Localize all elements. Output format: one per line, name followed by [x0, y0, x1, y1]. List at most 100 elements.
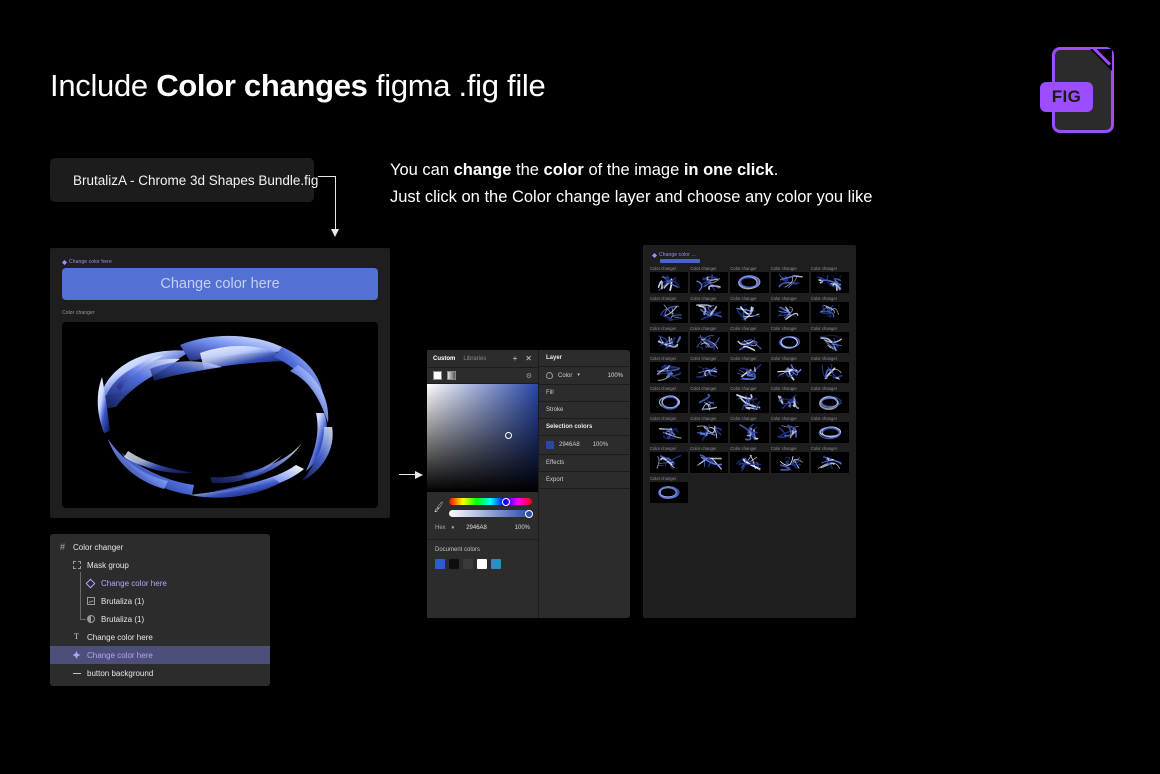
layer-row[interactable]: Change color here: [50, 628, 270, 646]
gear-icon[interactable]: ⚙: [526, 372, 532, 380]
thumbnail-cell[interactable]: Color changer: [770, 416, 809, 443]
swatch-blue[interactable]: [435, 559, 445, 569]
shape-thumbnail[interactable]: [650, 362, 689, 383]
thumbnail-cell[interactable]: Color changer: [690, 326, 729, 353]
thumbnail-cell[interactable]: Color changer: [650, 356, 689, 383]
swatch-white[interactable]: [477, 559, 487, 569]
thumbnail-cell[interactable]: Color changer: [810, 386, 849, 413]
document-color-swatches[interactable]: [435, 559, 530, 569]
tab-libraries[interactable]: Libraries: [463, 356, 486, 362]
picker-tabs[interactable]: Custom Libraries + ✕: [427, 350, 538, 368]
thumbnail-cell[interactable]: Color changer: [650, 326, 689, 353]
hue-slider[interactable]: [449, 497, 532, 506]
inspector-effects-section[interactable]: Effects: [539, 455, 630, 472]
shape-thumbnail-grid[interactable]: Color changer Color changer Color changer C…: [650, 266, 849, 503]
selection-hex[interactable]: 2946A8: [559, 442, 580, 448]
inspector-export-section[interactable]: Export: [539, 472, 630, 489]
thumbnail-cell[interactable]: Color changer: [650, 296, 689, 323]
shape-thumbnail[interactable]: [770, 302, 809, 323]
thumbnail-cell[interactable]: Color changer: [690, 266, 729, 293]
shape-thumbnail[interactable]: [810, 422, 849, 443]
thumbnail-cell[interactable]: Color changer: [810, 296, 849, 323]
shape-thumbnail[interactable]: [690, 392, 729, 413]
thumbnail-cell[interactable]: Color changer: [770, 356, 809, 383]
shape-thumbnail[interactable]: [690, 452, 729, 473]
layer-row[interactable]: Color changer: [50, 538, 270, 556]
hex-row[interactable]: Hex ▾ 2946A8 100%: [427, 517, 538, 531]
inspector-fill-section[interactable]: Fill: [539, 385, 630, 402]
solid-fill-icon[interactable]: [433, 371, 442, 380]
thumbnail-cell[interactable]: Color changer: [690, 356, 729, 383]
shape-thumbnail[interactable]: [810, 332, 849, 353]
selection-pct[interactable]: 100%: [593, 442, 608, 448]
eye-icon[interactable]: [546, 372, 553, 379]
shape-thumbnail[interactable]: [770, 332, 809, 353]
thumbnail-cell[interactable]: Color changer: [690, 296, 729, 323]
color-picker-panel[interactable]: Custom Libraries + ✕ ⚙ 🖌 Hex ▾ 2946A8 10…: [427, 350, 630, 618]
thumbnail-cell[interactable]: Color changer: [650, 476, 689, 503]
shape-thumbnail[interactable]: [730, 452, 769, 473]
shape-thumbnail[interactable]: [730, 302, 769, 323]
shape-thumbnail[interactable]: [690, 302, 729, 323]
chevron-down-icon[interactable]: ▾: [577, 373, 580, 378]
thumbnail-cell[interactable]: Color changer: [810, 266, 849, 293]
shape-thumbnail[interactable]: [770, 272, 809, 293]
hex-opacity[interactable]: 100%: [515, 525, 530, 531]
hex-value[interactable]: 2946A8: [466, 525, 487, 531]
thumbnail-cell[interactable]: Color changer: [730, 386, 769, 413]
shape-thumbnail[interactable]: [810, 362, 849, 383]
shape-thumbnail[interactable]: [650, 272, 689, 293]
shape-thumbnail[interactable]: [650, 392, 689, 413]
file-name-card[interactable]: BrutalizA - Chrome 3d Shapes Bundle.fig: [50, 158, 318, 202]
close-icon[interactable]: ✕: [525, 354, 532, 363]
thumbnail-cell[interactable]: Color changer: [810, 356, 849, 383]
shape-thumbnail[interactable]: [690, 332, 729, 353]
thumbnail-cell[interactable]: Color changer: [690, 446, 729, 473]
layers-panel[interactable]: Color changer Mask group Change color he…: [50, 534, 270, 686]
thumbnail-cell[interactable]: Color changer: [770, 326, 809, 353]
fill-type-row[interactable]: ⚙: [427, 368, 538, 384]
thumbnail-cell[interactable]: Color changer: [730, 326, 769, 353]
thumbnail-cell[interactable]: Color changer: [770, 296, 809, 323]
shape-thumbnail[interactable]: [770, 452, 809, 473]
thumbnail-cell[interactable]: Color changer: [650, 386, 689, 413]
thumbnail-cell[interactable]: Color changer: [730, 416, 769, 443]
selection-color-swatch[interactable]: [546, 441, 554, 449]
thumbnail-cell[interactable]: Color changer: [650, 446, 689, 473]
thumbnail-cell[interactable]: Color changer: [730, 296, 769, 323]
inspector-stroke-section[interactable]: Stroke: [539, 402, 630, 419]
layer-row[interactable]: Mask group: [50, 556, 270, 574]
shape-thumbnail[interactable]: [810, 302, 849, 323]
shape-thumbnail[interactable]: [690, 422, 729, 443]
shape-thumbnail[interactable]: [690, 272, 729, 293]
thumbnail-cell[interactable]: Color changer: [650, 416, 689, 443]
shape-thumbnail[interactable]: [690, 362, 729, 383]
shape-thumbnail[interactable]: [810, 392, 849, 413]
thumbnail-cell[interactable]: Color changer: [730, 356, 769, 383]
shape-thumbnail[interactable]: [730, 362, 769, 383]
swatch-gray[interactable]: [463, 559, 473, 569]
layer-row[interactable]: button background: [50, 664, 270, 682]
shape-thumbnail[interactable]: [650, 482, 689, 503]
shape-thumbnail[interactable]: [770, 392, 809, 413]
plus-icon[interactable]: +: [513, 354, 518, 363]
shape-thumbnail[interactable]: [730, 422, 769, 443]
shape-thumbnail[interactable]: [730, 332, 769, 353]
inspector-selection-color-row[interactable]: 2946A8 100%: [539, 436, 630, 455]
shape-thumbnail[interactable]: [650, 332, 689, 353]
swatch-cyan[interactable]: [491, 559, 501, 569]
thumbnail-cell[interactable]: Color changer: [690, 416, 729, 443]
thumbnail-cell[interactable]: Color changer: [650, 266, 689, 293]
shape-thumbnail[interactable]: [810, 452, 849, 473]
thumbnail-cell[interactable]: Color changer: [770, 386, 809, 413]
inspector-color-row[interactable]: Color ▾ 100%: [539, 367, 630, 385]
thumbnail-cell[interactable]: Color changer: [730, 266, 769, 293]
thumbnail-cell[interactable]: Color changer: [810, 416, 849, 443]
shape-thumbnail[interactable]: [730, 392, 769, 413]
shape-thumbnail[interactable]: [650, 452, 689, 473]
layer-row[interactable]: Brutaliza (1): [50, 592, 270, 610]
shape-thumbnail[interactable]: [650, 422, 689, 443]
layer-row-selected[interactable]: Change color here: [50, 646, 270, 664]
thumbnail-cell[interactable]: Color changer: [690, 386, 729, 413]
swatch-black[interactable]: [449, 559, 459, 569]
